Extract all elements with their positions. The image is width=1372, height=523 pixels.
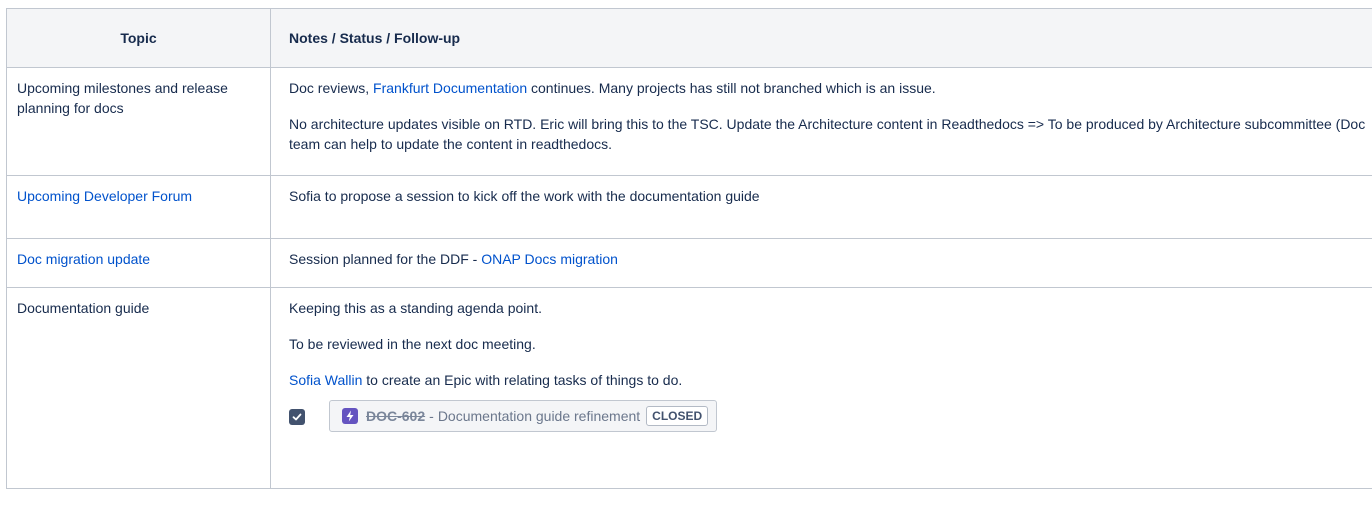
notes-text: continues. Many projects has still not b… [527, 80, 936, 96]
meeting-notes-table: Topic Notes / Status / Follow-up Upcomin… [6, 8, 1372, 489]
page: Topic Notes / Status / Follow-up Upcomin… [0, 0, 1372, 523]
task-item: DOC-602 - Documentation guide refinement… [289, 400, 1372, 432]
notes-text: Session planned for the DDF - [289, 251, 482, 267]
topic-cell: Doc migration update [6, 238, 271, 288]
status-badge: CLOSED [646, 406, 709, 426]
issue-separator: - [429, 408, 434, 424]
table-header-row: Topic Notes / Status / Follow-up [6, 8, 1372, 68]
column-header-notes: Notes / Status / Follow-up [270, 8, 1372, 68]
topic-cell: Documentation guide [6, 287, 271, 489]
notes-paragraph: Keeping this as a standing agenda point. [289, 300, 542, 316]
notes-cell: Keeping this as a standing agenda point.… [270, 287, 1372, 489]
epic-lightning-icon [342, 408, 358, 424]
notes-cell: Sofia to propose a session to kick off t… [270, 175, 1372, 239]
issue-summary[interactable]: Documentation guide refinement [438, 406, 640, 426]
notes-paragraph: Sofia to propose a session to kick off t… [289, 188, 760, 204]
user-mention-link[interactable]: Sofia Wallin [289, 372, 362, 388]
onap-docs-migration-link[interactable]: ONAP Docs migration [481, 251, 618, 267]
notes-cell: Session planned for the DDF - ONAP Docs … [270, 238, 1372, 288]
topic-text: Documentation guide [17, 300, 150, 316]
upcoming-developer-forum-link[interactable]: Upcoming Developer Forum [17, 188, 192, 204]
table-row: Documentation guide Keeping this as a st… [6, 287, 1372, 489]
jira-issue-card[interactable]: DOC-602 - Documentation guide refinement… [329, 400, 718, 432]
notes-paragraph: Sofia Wallin to create an Epic with rela… [289, 370, 1372, 390]
frankfurt-documentation-link[interactable]: Frankfurt Documentation [373, 80, 527, 96]
doc-migration-update-link[interactable]: Doc migration update [17, 251, 150, 267]
table-row: Upcoming milestones and release planning… [6, 67, 1372, 176]
topic-cell: Upcoming Developer Forum [6, 175, 271, 239]
table-row: Doc migration update Session planned for… [6, 238, 1372, 288]
notes-text: to create an Epic with relating tasks of… [362, 372, 683, 388]
notes-paragraph: No architecture updates visible on RTD. … [289, 116, 1366, 152]
issue-key[interactable]: DOC-602 [366, 406, 425, 426]
topic-text: Upcoming milestones and release planning… [17, 80, 228, 116]
topic-cell: Upcoming milestones and release planning… [6, 67, 271, 176]
check-icon [292, 413, 302, 421]
notes-paragraph: Doc reviews, Frankfurt Documentation con… [289, 78, 1372, 98]
notes-paragraph: To be reviewed in the next doc meeting. [289, 336, 536, 352]
task-checkbox[interactable] [289, 409, 305, 425]
column-header-topic: Topic [6, 8, 271, 68]
notes-paragraph: Session planned for the DDF - ONAP Docs … [289, 249, 1372, 269]
table-row: Upcoming Developer Forum Sofia to propos… [6, 175, 1372, 239]
notes-text: Doc reviews, [289, 80, 374, 96]
notes-cell: Doc reviews, Frankfurt Documentation con… [270, 67, 1372, 176]
